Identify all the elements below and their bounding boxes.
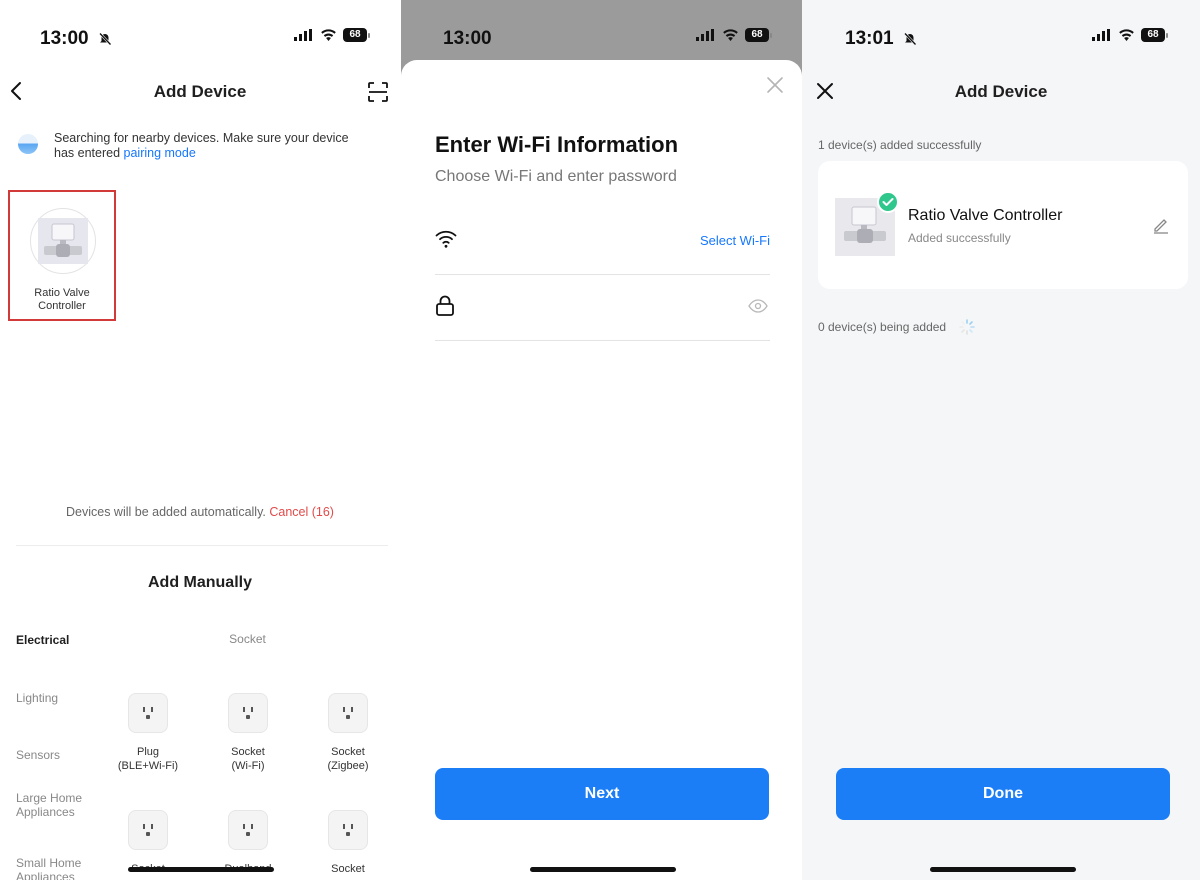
status-icons: 68: [1092, 28, 1168, 42]
wifi-info-screen: 13:00 68 Enter Wi-Fi Information Choose …: [401, 0, 802, 880]
added-device-card[interactable]: Ratio Valve Controller Added successfull…: [818, 161, 1188, 289]
socket-icon: [328, 693, 368, 733]
device-type-socket-wifi[interactable]: Socket (Wi-Fi): [208, 693, 288, 773]
device-status: Added successfully: [908, 231, 1011, 245]
category-large-home-appliances[interactable]: Large Home Appliances: [16, 791, 86, 819]
found-device-name: Ratio Valve Controller: [34, 287, 90, 312]
socket-icon: [228, 810, 268, 850]
auto-add-message: Devices will be added automatically. Can…: [0, 505, 400, 519]
bell-off-icon: [904, 32, 917, 46]
wifi-icon: [435, 230, 457, 248]
wifi-title: Enter Wi-Fi Information: [435, 132, 679, 157]
being-added-text: 0 device(s) being added: [818, 320, 947, 334]
added-count-text: 1 device(s) added successfully: [818, 138, 982, 152]
done-button[interactable]: Done: [836, 768, 1170, 820]
status-bar: 13:01 68: [802, 0, 1200, 80]
signal-icon: [696, 29, 714, 41]
status-bar: 13:00 68: [0, 0, 400, 80]
wifi-icon: [321, 29, 336, 41]
wifi-subtitle: Choose Wi-Fi and enter password: [435, 168, 677, 185]
category-lighting[interactable]: Lighting: [16, 691, 58, 705]
loading-icon: [959, 319, 975, 335]
status-time: 13:00: [40, 28, 112, 50]
close-icon[interactable]: [766, 76, 784, 94]
device-name: Ratio Valve Controller: [908, 207, 1063, 224]
nav-bar: Add Device: [802, 74, 1200, 110]
search-message-text: Searching for nearby devices. Make sure …: [54, 131, 349, 160]
pairing-mode-link[interactable]: pairing mode: [124, 146, 196, 160]
status-time: 13:01: [845, 28, 917, 50]
status-icons: 68: [696, 28, 772, 42]
socket-icon: [328, 810, 368, 850]
scan-icon[interactable]: [366, 80, 390, 104]
device-type-label: Socket (Zigbee): [327, 746, 369, 772]
search-status: Searching for nearby devices. Make sure …: [18, 131, 370, 161]
wifi-select-row[interactable]: Select Wi-Fi: [435, 209, 770, 275]
status-icons: 68: [294, 28, 370, 42]
device-type-label: Plug (BLE+Wi-Fi): [117, 746, 179, 772]
wifi-icon: [723, 29, 738, 41]
section-title-socket: Socket: [229, 632, 266, 646]
page-title: Add Device: [153, 82, 247, 101]
home-indicator: [930, 867, 1076, 872]
signal-icon: [294, 29, 312, 41]
device-type-label: Socket (Wi-Fi): [231, 746, 265, 772]
found-device-card[interactable]: Ratio Valve Controller: [8, 190, 116, 321]
eye-icon[interactable]: [748, 299, 768, 313]
page-title: Add Device: [954, 82, 1048, 101]
valve-icon: [38, 218, 88, 264]
auto-add-text: Devices will be added automatically.: [66, 505, 266, 519]
battery-level: 68: [745, 28, 769, 42]
battery-level: 68: [343, 28, 367, 42]
home-indicator: [530, 867, 676, 872]
battery-level: 68: [1141, 28, 1165, 42]
socket-icon: [228, 693, 268, 733]
category-small-home-appliances[interactable]: Small Home Appliances: [16, 856, 106, 880]
socket-icon: [128, 810, 168, 850]
search-message: Searching for nearby devices. Make sure …: [54, 131, 370, 161]
select-wifi-link[interactable]: Select Wi-Fi: [700, 233, 770, 248]
add-manually-title: Add Manually: [147, 574, 252, 591]
time-text: 13:00: [40, 28, 89, 49]
password-row[interactable]: [435, 275, 770, 341]
socket-icon: [128, 693, 168, 733]
check-icon: [877, 191, 899, 213]
edit-icon[interactable]: [1152, 216, 1170, 234]
device-type-socket-zigbee[interactable]: Socket (Zigbee): [308, 693, 388, 773]
category-electrical[interactable]: Electrical: [16, 633, 69, 647]
battery-icon: 68: [745, 28, 772, 42]
being-added-status: 0 device(s) being added: [818, 318, 976, 336]
cancel-button[interactable]: Cancel (16): [269, 505, 334, 519]
device-type-plug-ble-wifi[interactable]: Plug (BLE+Wi-Fi): [108, 693, 188, 773]
battery-icon: 68: [1141, 28, 1168, 42]
battery-icon: 68: [343, 28, 370, 42]
device-type-label: Socket: [331, 863, 365, 875]
add-device-search-screen: 13:00 68 Add Device Searching for nearby…: [0, 0, 400, 880]
wifi-icon: [1119, 29, 1134, 41]
time-text: 13:01: [845, 28, 894, 49]
add-device-success-screen: 13:01 68 Add Device 1 device(s) added su…: [802, 0, 1200, 880]
nav-bar: Add Device: [0, 74, 400, 110]
wifi-bottom-sheet: Enter Wi-Fi Information Choose Wi-Fi and…: [401, 60, 802, 880]
signal-icon: [1092, 29, 1110, 41]
category-sensors[interactable]: Sensors: [16, 748, 60, 762]
divider: [16, 545, 388, 546]
next-button[interactable]: Next: [435, 768, 769, 820]
device-type-socket[interactable]: Socket: [308, 810, 388, 876]
status-time: 13:00: [443, 28, 492, 49]
searching-indicator: [18, 134, 38, 154]
lock-icon: [436, 295, 454, 316]
bell-off-icon: [99, 32, 112, 46]
device-image: [30, 208, 96, 274]
home-indicator: [128, 867, 274, 872]
